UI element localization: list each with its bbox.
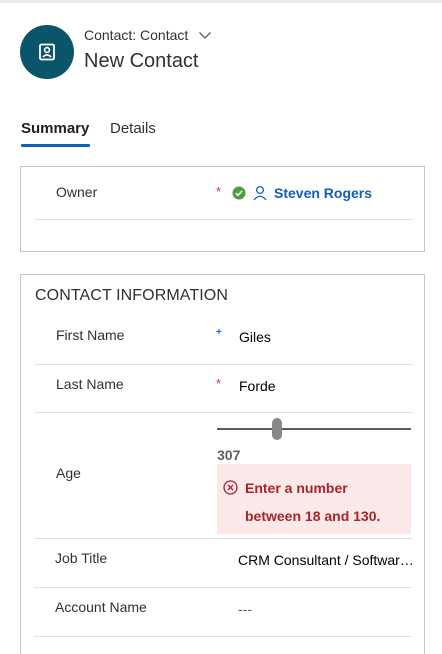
account-name-field[interactable]: --- <box>238 601 252 617</box>
first-name-row[interactable]: First Name + Giles <box>35 315 412 365</box>
owner-link[interactable]: Steven Rogers <box>274 185 372 201</box>
owner-lookup[interactable]: Steven Rogers <box>232 185 372 201</box>
owner-row: Owner * Steven Rogers <box>35 167 412 220</box>
account-name-row[interactable]: Account Name --- <box>34 587 411 637</box>
tab-details[interactable]: Details <box>110 120 156 137</box>
entity-type-label: Contact: Contact <box>84 27 189 43</box>
first-name-field[interactable]: Giles <box>239 329 271 345</box>
required-marker: * <box>216 184 222 199</box>
slider-track <box>217 428 411 430</box>
age-slider[interactable] <box>217 416 411 440</box>
chevron-down-icon[interactable] <box>198 28 212 42</box>
record-title: New Contact <box>84 50 199 72</box>
error-circle-icon <box>223 480 238 495</box>
record-avatar <box>20 25 74 79</box>
person-icon <box>253 185 267 201</box>
required-marker: * <box>216 376 222 391</box>
section-title: CONTACT INFORMATION <box>35 287 229 304</box>
age-error-message: Enter a number between 18 and 130. <box>217 464 411 534</box>
age-error-text: Enter a number between 18 and 130. <box>245 480 381 524</box>
last-name-row[interactable]: Last Name * Forde <box>35 364 412 413</box>
last-name-field[interactable]: Forde <box>239 378 276 394</box>
account-name-label: Account Name <box>55 599 147 615</box>
contact-card-icon <box>39 43 55 61</box>
top-border <box>0 0 442 3</box>
tab-summary[interactable]: Summary <box>21 120 89 137</box>
last-name-label: Last Name <box>56 376 124 392</box>
age-label: Age <box>56 465 81 481</box>
check-circle-icon <box>232 186 246 200</box>
age-value: 307 <box>217 447 241 463</box>
job-title-label: Job Title <box>55 550 108 566</box>
owner-section: Owner * Steven Rogers <box>20 166 425 252</box>
recommended-marker: + <box>216 327 222 338</box>
form-selector[interactable]: Contact: Contact <box>84 27 212 43</box>
slider-thumb[interactable] <box>272 418 282 440</box>
first-name-label: First Name <box>56 327 125 343</box>
owner-label: Owner <box>56 184 98 200</box>
job-title-row[interactable]: Job Title CRM Consultant / Software... <box>34 538 418 588</box>
job-title-field[interactable]: CRM Consultant / Software... <box>238 552 418 568</box>
tab-selected-indicator <box>21 144 90 147</box>
